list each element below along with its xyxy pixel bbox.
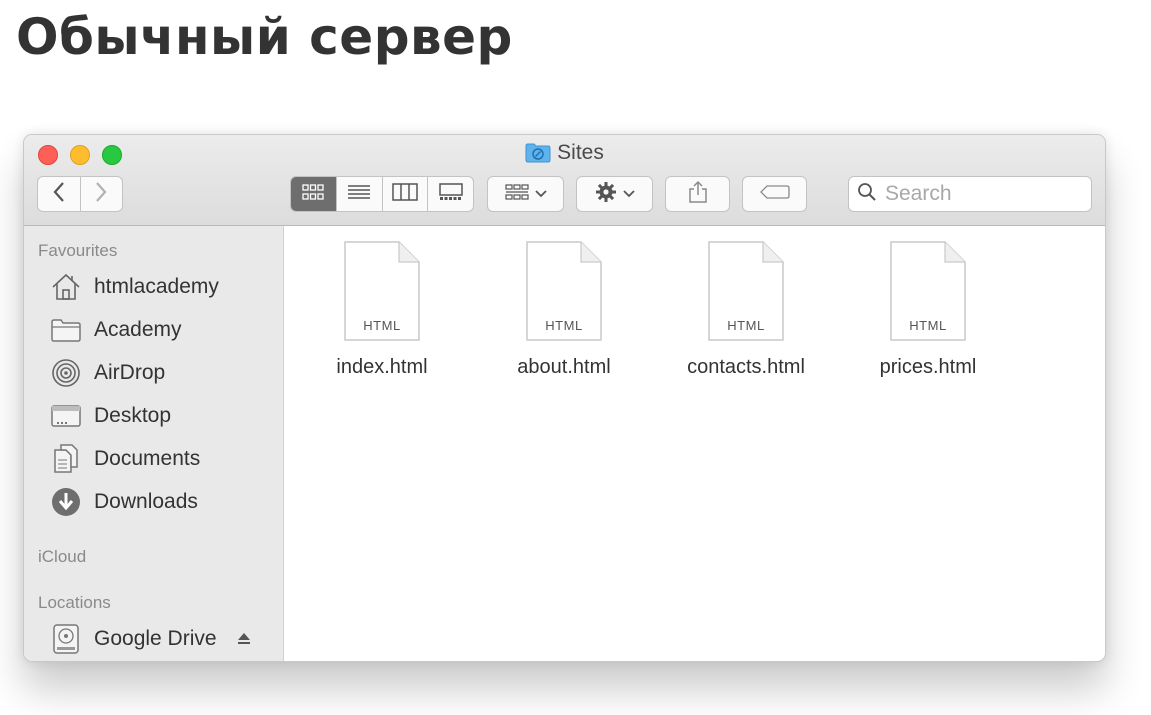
home-icon <box>50 272 82 302</box>
share-button[interactable] <box>665 176 730 212</box>
file-item[interactable]: HTML index.html <box>297 240 467 379</box>
finder-window: Sites Search Favourites htmlacademy Acad… <box>23 134 1106 662</box>
icloud-header[interactable]: iCloud <box>38 547 86 567</box>
gallery-view-button[interactable] <box>427 177 473 211</box>
group-by-button[interactable] <box>487 176 564 212</box>
view-mode-control <box>290 176 474 212</box>
file-type-label: HTML <box>727 318 765 333</box>
html-document-icon: HTML <box>525 240 603 342</box>
chevron-down-icon <box>534 185 547 203</box>
file-type-label: HTML <box>909 318 947 333</box>
desktop-icon <box>50 401 82 431</box>
column-view-button[interactable] <box>381 177 428 211</box>
file-item[interactable]: HTML contacts.html <box>661 240 831 379</box>
search-input[interactable] <box>883 181 1087 207</box>
documents-icon <box>50 444 82 474</box>
file-name: prices.html <box>879 356 977 378</box>
page-heading: Обычный сервер <box>16 8 513 66</box>
nav-buttons <box>37 176 123 212</box>
airdrop-icon <box>50 358 82 388</box>
titlebar: Sites <box>24 135 1105 226</box>
forward-button[interactable] <box>79 177 123 211</box>
sidebar-item-label: Google Drive <box>94 627 217 650</box>
icon-view-icon <box>302 183 325 205</box>
folder-icon <box>50 315 82 345</box>
window-title: Sites <box>557 141 604 164</box>
html-document-icon: HTML <box>343 240 421 342</box>
tag-icon <box>759 184 790 204</box>
downloads-icon <box>50 487 82 517</box>
file-name: index.html <box>336 356 428 378</box>
search-icon <box>857 182 877 207</box>
html-document-icon: HTML <box>707 240 785 342</box>
file-name: contacts.html <box>687 356 805 378</box>
sidebar-item-google-drive[interactable]: Google Drive <box>50 622 251 656</box>
file-name: about.html <box>517 356 611 378</box>
sites-folder-icon <box>525 143 551 169</box>
list-view-button[interactable] <box>335 177 382 211</box>
chevron-left-icon <box>52 181 66 208</box>
group-grid-icon <box>504 183 529 205</box>
sidebar-item-label: Academy <box>94 318 182 341</box>
list-view-icon <box>347 184 371 205</box>
sidebar: Favourites htmlacademy Academy AirDrop D… <box>24 226 284 661</box>
file-item[interactable]: HTML prices.html <box>843 240 1013 379</box>
gallery-view-icon <box>438 182 463 206</box>
chevron-down-icon <box>622 185 635 203</box>
sidebar-item-label: Desktop <box>94 404 172 427</box>
gear-icon <box>595 181 617 208</box>
chevron-right-icon <box>94 181 108 208</box>
html-document-icon: HTML <box>889 240 967 342</box>
column-view-icon <box>392 182 418 206</box>
search-field[interactable] <box>848 176 1092 212</box>
sidebar-item-airdrop[interactable]: AirDrop <box>50 356 165 390</box>
drive-icon <box>50 624 82 654</box>
sidebar-item-htmlacademy[interactable]: htmlacademy <box>50 270 219 304</box>
window-title-area: Sites <box>24 141 1105 169</box>
sidebar-item-academy[interactable]: Academy <box>50 313 182 347</box>
action-button[interactable] <box>576 176 653 212</box>
sidebar-item-documents[interactable]: Documents <box>50 442 200 476</box>
file-type-label: HTML <box>363 318 401 333</box>
file-item[interactable]: HTML about.html <box>479 240 649 379</box>
file-area: HTML index.html HTML about.html HTML con… <box>285 226 1105 661</box>
sidebar-item-label: AirDrop <box>94 361 166 384</box>
sidebar-item-label: Downloads <box>94 490 198 513</box>
sidebar-item-downloads[interactable]: Downloads <box>50 485 198 519</box>
icon-view-button[interactable] <box>291 177 336 211</box>
tag-button[interactable] <box>742 176 807 212</box>
favourites-header: Favourites <box>38 241 118 260</box>
file-type-label: HTML <box>545 318 583 333</box>
sidebar-item-label: htmlacademy <box>94 275 219 298</box>
sidebar-item-label: Documents <box>94 447 201 470</box>
eject-icon[interactable] <box>237 627 251 651</box>
back-button[interactable] <box>38 177 80 211</box>
sidebar-item-desktop[interactable]: Desktop <box>50 399 171 433</box>
locations-header[interactable]: Locations <box>38 593 111 613</box>
share-icon <box>688 180 708 209</box>
